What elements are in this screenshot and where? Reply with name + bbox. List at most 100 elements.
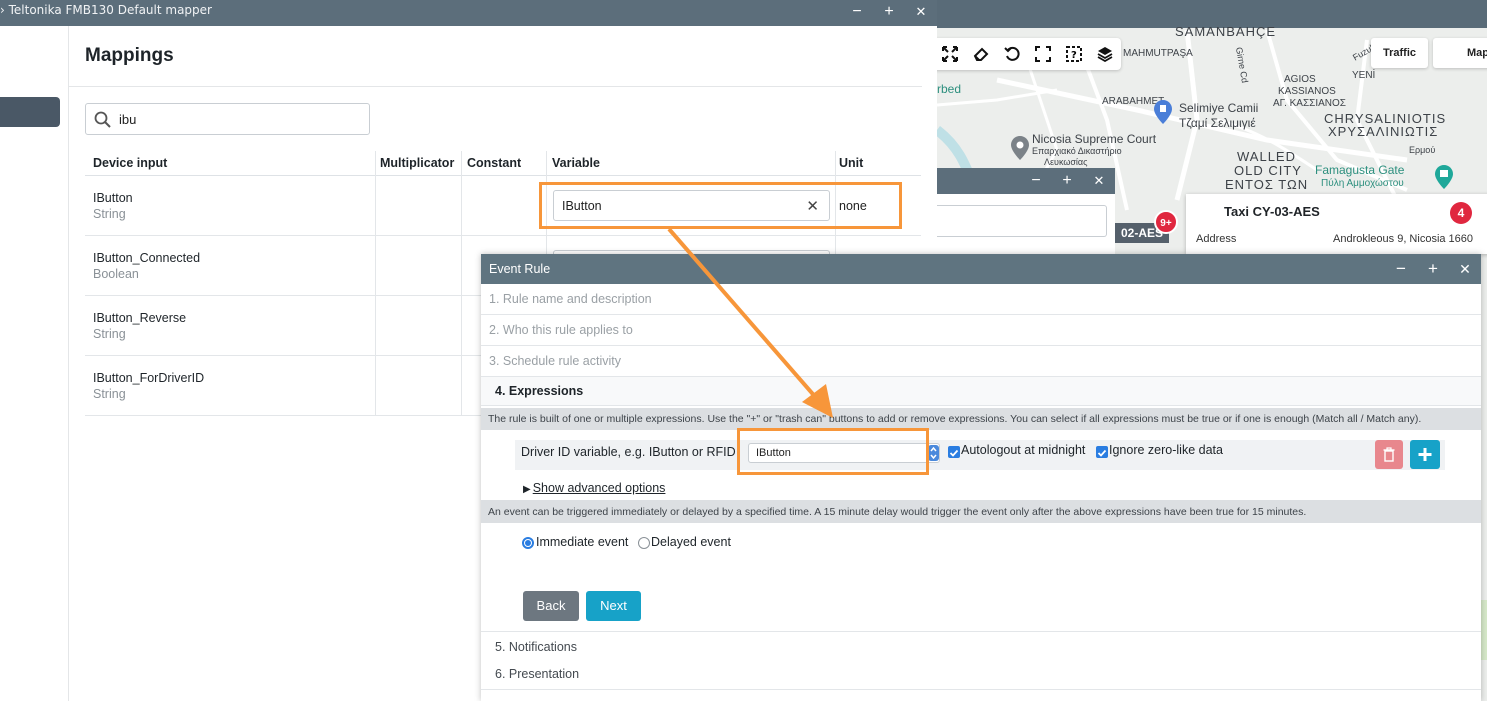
chevron-updown-icon: [928, 445, 939, 461]
search-input[interactable]: ibu: [85, 103, 370, 135]
map-label: Selimiye Camii: [1179, 101, 1259, 115]
map-label: OLD CITY: [1234, 163, 1302, 178]
eraser-icon[interactable]: [970, 43, 992, 65]
immediate-event-label: Immediate event: [536, 535, 629, 549]
divider: [69, 86, 922, 87]
step-rule-name[interactable]: 1. Rule name and description: [481, 284, 1481, 315]
delayed-event-radio[interactable]: [638, 537, 650, 549]
delete-expression-button[interactable]: [1375, 440, 1403, 469]
map-label: Ερμού: [1409, 145, 1436, 155]
delay-info: An event can be triggered immediately or…: [481, 500, 1481, 523]
map-type-label: Map: [1467, 47, 1487, 59]
advanced-options-toggle[interactable]: ▶ Show advanced options: [523, 481, 665, 495]
map-label: rbed: [937, 82, 962, 96]
mapper-window-title: › Teltonika FMB130 Default mapper: [0, 3, 212, 17]
device-input-name: IButton_Reverse: [93, 311, 187, 325]
background-window-input[interactable]: [937, 205, 1107, 237]
plus-icon: [1418, 448, 1432, 461]
court-pin-icon[interactable]: [1011, 136, 1029, 160]
step-schedule[interactable]: 3. Schedule rule activity: [481, 346, 1481, 377]
add-expression-button[interactable]: [1410, 440, 1440, 469]
mapper-window-titlebar[interactable]: › Teltonika FMB130 Default mapper − + ✕: [0, 0, 937, 26]
autologout-checkbox[interactable]: [948, 446, 960, 458]
column-header[interactable]: Multiplicator: [380, 156, 454, 170]
step-label: 4. Expressions: [495, 384, 584, 398]
vehicle-info-card[interactable]: Taxi CY-03-AES 4 Address Androkleous 9, …: [1186, 194, 1487, 254]
step-label: 5. Notifications: [495, 640, 577, 654]
map-label: MAHMUTPAŞA: [1123, 48, 1193, 59]
back-button[interactable]: Back: [523, 591, 579, 621]
traffic-button[interactable]: Traffic: [1371, 38, 1429, 68]
search-value: ibu: [119, 112, 137, 127]
help-select-icon[interactable]: ?: [1063, 43, 1085, 65]
step-label: 1. Rule name and description: [489, 292, 652, 306]
column-header[interactable]: Unit: [839, 156, 863, 170]
cluster-count-badge[interactable]: 9+: [1154, 210, 1178, 234]
step-applies-to[interactable]: 2. Who this rule applies to: [481, 315, 1481, 346]
expand-arrows-icon[interactable]: [939, 43, 961, 65]
map-label: ΕΝΤΟΣ ΤΩΝ: [1225, 177, 1309, 192]
close-icon[interactable]: ✕: [912, 2, 930, 22]
step-notifications[interactable]: 5. Notifications: [481, 631, 1481, 662]
column-header[interactable]: Variable: [552, 156, 600, 170]
event-rule-title: Event Rule: [489, 262, 551, 276]
fullscreen-icon[interactable]: [1032, 43, 1054, 65]
event-rule-titlebar[interactable]: Event Rule − + ✕: [481, 254, 1481, 284]
expression-row: Driver ID variable, e.g. IButton or RFID…: [515, 440, 1445, 470]
next-button[interactable]: Next: [586, 591, 641, 621]
trash-icon: [1383, 447, 1395, 462]
advanced-options-link: Show advanced options: [532, 481, 666, 495]
background-window-titlebar: − + ✕: [937, 168, 1115, 194]
ignore-zero-checkbox[interactable]: [1096, 446, 1108, 458]
autologout-label: Autologout at midnight: [961, 443, 1086, 457]
device-input-name: IButton_Connected: [93, 251, 201, 265]
map-label: ΑΓ. ΚΑΣΣΙΑΝΟΣ: [1273, 98, 1346, 109]
highlight-box: [539, 182, 902, 229]
gate-pin-icon[interactable]: [1435, 165, 1453, 189]
maximize-icon[interactable]: +: [1058, 171, 1076, 191]
device-input-type: String: [93, 327, 126, 341]
mosque-pin-icon[interactable]: [1154, 100, 1172, 124]
map-toolbar: ?: [937, 38, 1121, 70]
device-input-type: Boolean: [93, 267, 139, 281]
device-input-name: IButton: [93, 191, 133, 205]
map-label: Τζαμί Σελιμιγιέ: [1179, 116, 1256, 130]
undo-icon[interactable]: [1001, 43, 1023, 65]
vehicle-count-badge: 4: [1450, 202, 1472, 224]
map-type-button[interactable]: Map: [1433, 38, 1487, 68]
layers-icon[interactable]: [1094, 43, 1116, 65]
page-title: Mappings: [85, 45, 174, 66]
map-label: SAMANBAHÇE: [1175, 24, 1277, 39]
column-header[interactable]: Constant: [467, 156, 521, 170]
background-window: − + ✕: [937, 168, 1115, 258]
map-label: Famagusta Gate: [1315, 163, 1405, 177]
map-label: YENİ: [1352, 70, 1376, 81]
maximize-icon[interactable]: +: [1423, 259, 1443, 279]
expressions-info: The rule is built of one or multiple exp…: [481, 408, 1481, 430]
minimize-icon[interactable]: −: [1027, 171, 1045, 191]
step-presentation[interactable]: 6. Presentation: [481, 659, 1481, 690]
minimize-icon[interactable]: −: [1391, 259, 1411, 279]
close-icon[interactable]: ✕: [1455, 259, 1475, 279]
step-label: 6. Presentation: [495, 667, 580, 681]
expressions-info-text: The rule is built of one or multiple exp…: [488, 413, 1422, 425]
maximize-icon[interactable]: +: [880, 2, 898, 22]
svg-text:?: ?: [1071, 50, 1077, 61]
address-value: Androkleous 9, Nicosia 1660: [1333, 233, 1474, 245]
address-label: Address: [1196, 233, 1237, 245]
radio-dot: [525, 540, 531, 546]
device-input-type: String: [93, 387, 126, 401]
step-label: 2. Who this rule applies to: [489, 323, 633, 337]
column-header[interactable]: Device input: [93, 156, 167, 170]
device-input-name: IButton_ForDriverID: [93, 371, 205, 385]
map-label: ΧΡΥΣΑΛΙΝΙΩΤΙΣ: [1328, 124, 1439, 139]
step-expressions[interactable]: 4. Expressions: [481, 377, 1481, 406]
minimize-icon[interactable]: −: [848, 2, 866, 22]
close-icon[interactable]: ✕: [1090, 171, 1108, 191]
sidebar-active-item[interactable]: [0, 97, 60, 127]
highlight-box: [737, 428, 929, 475]
table-header: Device input Multiplicator Constant Vari…: [85, 151, 921, 176]
device-input-type: String: [93, 207, 126, 221]
caret-right-icon: ▶: [523, 484, 531, 495]
immediate-event-radio[interactable]: [522, 537, 534, 549]
